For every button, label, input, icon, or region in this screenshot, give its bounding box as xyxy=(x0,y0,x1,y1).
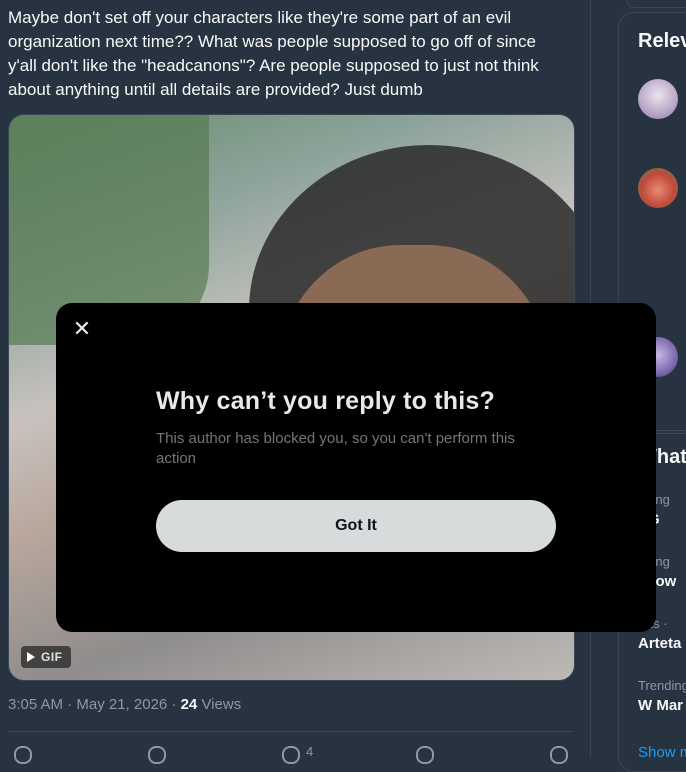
close-button[interactable]: ✕ xyxy=(68,315,96,343)
reply-icon[interactable] xyxy=(14,746,32,764)
bookmark-icon[interactable] xyxy=(416,746,434,764)
close-icon: ✕ xyxy=(72,316,92,341)
got-it-button[interactable]: Got It xyxy=(156,500,556,552)
dialog-title: Why can’t you reply to this? xyxy=(156,387,495,415)
tweet-timestamp[interactable]: 3:05 AM · May 21, 2026 · xyxy=(8,696,181,713)
share-icon[interactable] xyxy=(550,746,568,764)
tweet-meta: 3:05 AM · May 21, 2026 · 24 Views xyxy=(8,696,241,713)
relevant-people-heading: Relev xyxy=(638,30,686,52)
tweet-actions: 4 xyxy=(8,742,574,764)
avatar[interactable] xyxy=(638,79,678,119)
like-count: 4 xyxy=(306,744,314,759)
trend-context: Trending xyxy=(638,678,686,693)
tweet-text: Maybe don't set off your characters like… xyxy=(8,8,544,99)
gif-label: GIF xyxy=(41,650,63,664)
dialog-body: This author has blocked you, so you can'… xyxy=(156,430,515,467)
gif-badge[interactable]: GIF xyxy=(21,646,71,668)
trend-item[interactable]: W Mar xyxy=(638,697,683,714)
avatar[interactable] xyxy=(638,168,678,208)
divider xyxy=(8,731,574,732)
retweet-icon[interactable] xyxy=(148,746,166,764)
sidebar-search-edge[interactable] xyxy=(626,0,686,8)
show-more-link[interactable]: Show m xyxy=(638,744,686,761)
blocked-reply-dialog: ✕ Why can’t you reply to this? This auth… xyxy=(56,303,656,632)
trend-item[interactable]: Arteta xyxy=(638,635,681,652)
like-icon[interactable] xyxy=(282,746,300,764)
views-label: Views xyxy=(197,696,242,713)
views-count: 24 xyxy=(180,696,198,713)
play-icon xyxy=(27,652,35,662)
